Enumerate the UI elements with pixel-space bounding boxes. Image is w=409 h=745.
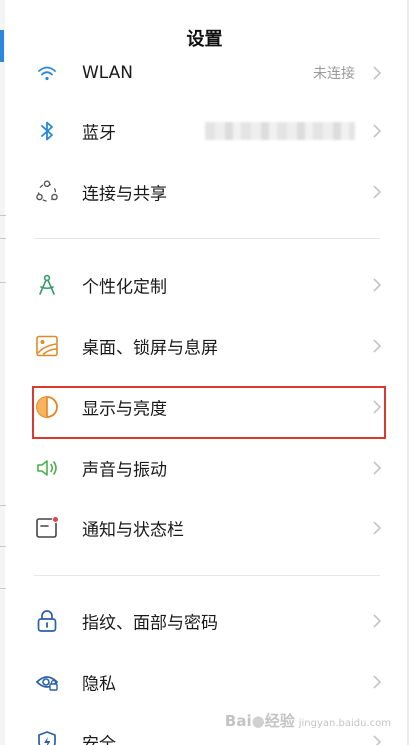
background-page-line xyxy=(0,588,6,589)
privacy-eye-icon xyxy=(34,669,60,695)
settings-item-privacy[interactable]: 隐私 xyxy=(0,654,409,710)
settings-item-label: 指纹、面部与密码 xyxy=(82,613,218,634)
speaker-icon xyxy=(34,455,60,481)
chevron-right-icon xyxy=(371,734,383,745)
wallpaper-icon xyxy=(34,333,60,359)
section-divider xyxy=(34,238,380,239)
settings-item-label: 安全 xyxy=(82,734,116,745)
settings-item-label: 声音与振动 xyxy=(82,460,167,481)
redacted-device-name xyxy=(205,122,355,140)
chevron-right-icon xyxy=(371,338,383,354)
settings-item-label: 桌面、锁屏与息屏 xyxy=(82,338,218,359)
chevron-right-icon xyxy=(371,184,383,200)
notification-icon xyxy=(34,515,60,541)
page-title: 设置 xyxy=(186,29,223,50)
settings-item-desktop-lock[interactable]: 桌面、锁屏与息屏 xyxy=(0,318,409,374)
chevron-right-icon xyxy=(371,65,383,81)
section-divider xyxy=(34,575,380,576)
share-nodes-icon xyxy=(34,179,60,205)
settings-item-personalize[interactable]: 个性化定制 xyxy=(0,257,409,313)
background-page-line xyxy=(0,238,6,239)
settings-item-bluetooth[interactable]: 蓝牙 xyxy=(0,103,409,159)
settings-item-label: 个性化定制 xyxy=(82,277,167,298)
settings-screen: WLAN 未连接 设置 蓝牙 连接与共享 个性化定制 桌面、锁屏与息屏 显示与亮… xyxy=(0,0,409,745)
chevron-right-icon xyxy=(371,613,383,629)
bluetooth-icon xyxy=(34,118,60,144)
shield-icon xyxy=(34,729,60,745)
settings-item-sound-vibration[interactable]: 声音与振动 xyxy=(0,440,409,496)
chevron-right-icon xyxy=(371,460,383,476)
settings-item-label: 隐私 xyxy=(82,674,116,695)
baidu-jingyan-watermark: Bai●经验 jingyan.baidu.com xyxy=(224,712,391,730)
chevron-right-icon xyxy=(371,674,383,690)
settings-item-label: 通知与状态栏 xyxy=(82,520,184,541)
settings-item-label: 连接与共享 xyxy=(82,184,167,205)
annotation-highlight-box xyxy=(32,386,386,439)
settings-item-fingerprint-face-password[interactable]: 指纹、面部与密码 xyxy=(0,593,409,649)
chevron-right-icon xyxy=(371,277,383,293)
compass-icon xyxy=(34,272,60,298)
settings-item-label: 蓝牙 xyxy=(82,123,116,144)
chevron-right-icon xyxy=(371,520,383,536)
settings-item-notification-statusbar[interactable]: 通知与状态栏 xyxy=(0,500,409,556)
lock-icon xyxy=(34,608,60,634)
settings-item-connect-share[interactable]: 连接与共享 xyxy=(0,164,409,220)
chevron-right-icon xyxy=(371,123,383,139)
wifi-icon xyxy=(34,60,60,86)
settings-item-label: WLAN xyxy=(82,63,134,83)
wlan-status-value: 未连接 xyxy=(313,66,355,82)
